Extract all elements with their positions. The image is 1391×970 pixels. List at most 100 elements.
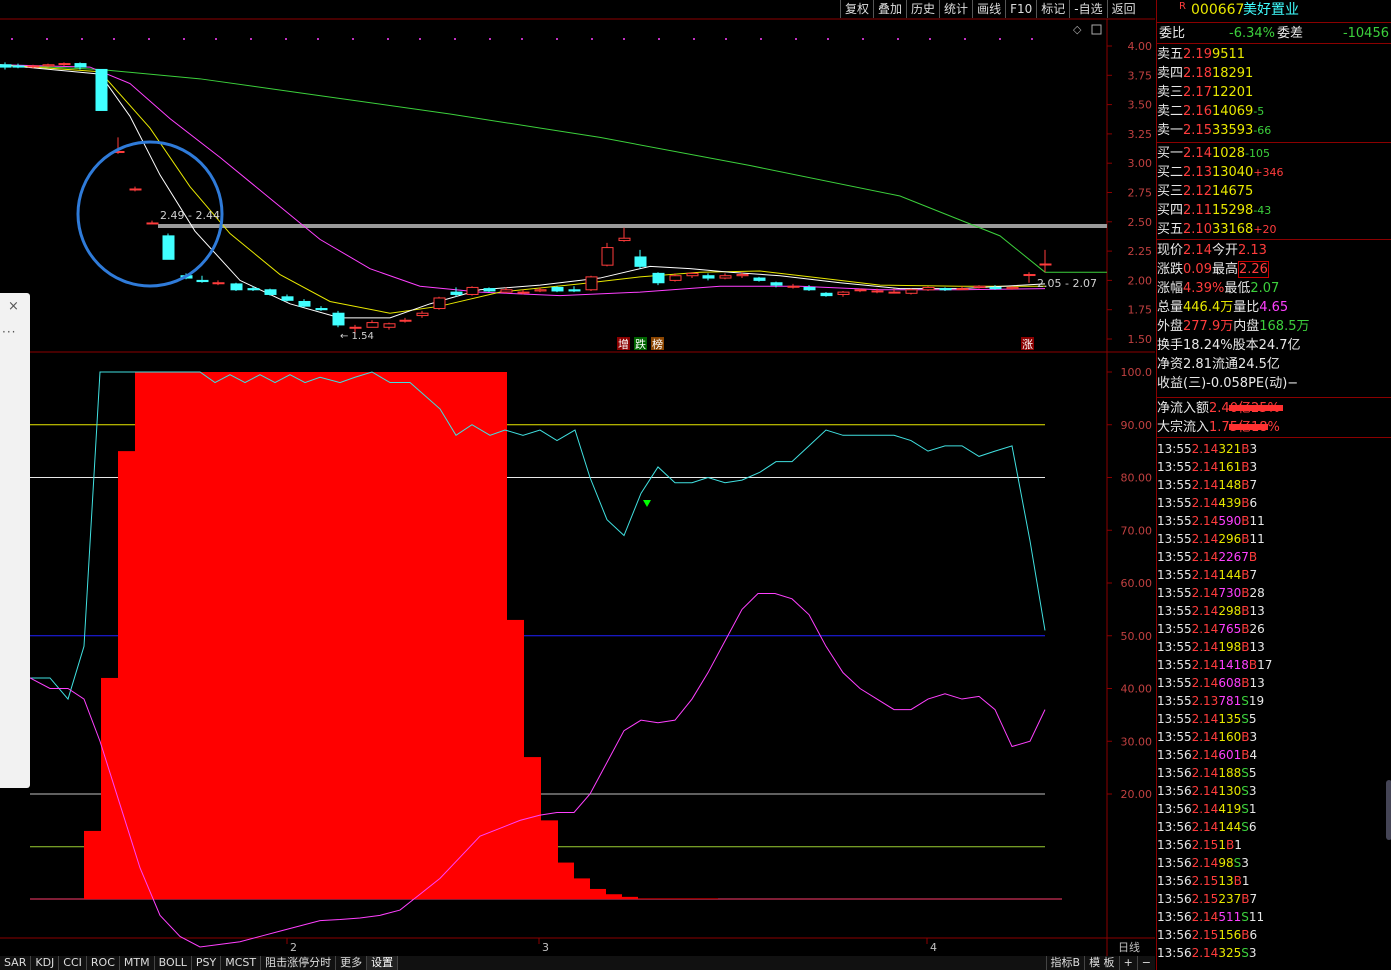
indicator-tool-button[interactable]: 指标B	[1045, 956, 1085, 970]
kline-chart-area[interactable]: 4.00 3.75 3.50 3.25 3.00 2.75 2.50 2.25 2.00 1.75…	[0, 0, 1155, 970]
tick-row[interactable]: 13:552.14590B11	[1157, 512, 1391, 530]
indicator-tool-button[interactable]: +	[1118, 956, 1137, 970]
indicator-tab[interactable]: 设置	[367, 956, 399, 970]
tick-row[interactable]: 13:562.14325S3	[1157, 944, 1391, 962]
tick-row[interactable]: 13:562.15156B6	[1157, 926, 1391, 944]
order-level-row[interactable]: 卖二2.1614069-5	[1157, 102, 1391, 121]
toolbar-button[interactable]: 画线	[972, 0, 1005, 18]
tick-row[interactable]: 13:562.14144S6	[1157, 818, 1391, 836]
tick-row[interactable]: 13:562.14188S5	[1157, 764, 1391, 782]
toolbar-button[interactable]: 历史	[906, 0, 939, 18]
tick-row[interactable]: 13:562.14130S3	[1157, 782, 1391, 800]
tick-time: 13:55	[1157, 442, 1192, 456]
indicator-tab[interactable]: SAR	[0, 956, 32, 970]
range-label: 2.49 - 2.44	[160, 209, 220, 222]
order-level-row[interactable]: 卖五2.199511	[1157, 45, 1391, 64]
candle-body	[0, 64, 12, 68]
tick-row[interactable]: 13:552.14160B3	[1157, 728, 1391, 746]
tag-label[interactable]: 涨	[1022, 338, 1033, 351]
indicator-tab[interactable]: KDJ	[31, 956, 60, 970]
indicator-tab[interactable]: MTM	[120, 956, 155, 970]
tag-label[interactable]: 增	[618, 337, 629, 351]
tick-row[interactable]: 13:562.14511S11	[1157, 908, 1391, 926]
close-icon[interactable]: ×	[8, 299, 19, 314]
order-level-row[interactable]: 卖一2.1533593-66	[1157, 121, 1391, 140]
tick-price: 2.14	[1191, 856, 1219, 870]
indicator-tab[interactable]: PSY	[192, 956, 222, 970]
indicator-tab[interactable]: 阻击涨停分时	[261, 956, 337, 970]
flow-label: 大宗流入	[1157, 420, 1210, 435]
toolbar-button[interactable]: -自选	[1069, 0, 1106, 18]
tick-row[interactable]: 13:552.14730B28	[1157, 584, 1391, 602]
tick-row[interactable]: 13:562.14601B4	[1157, 746, 1391, 764]
toolbar-button[interactable]: 叠加	[873, 0, 906, 18]
indicator-tab[interactable]: ROC	[87, 956, 120, 970]
tick-row[interactable]: 13:552.14608B13	[1157, 674, 1391, 692]
tick-price: 2.13	[1191, 694, 1219, 708]
level-price: 2.13	[1183, 165, 1212, 180]
toolbar-button[interactable]: 复权	[840, 0, 873, 18]
indicator-tool-button[interactable]: −	[1136, 956, 1155, 970]
tick-row[interactable]: 13:562.15237B7	[1157, 890, 1391, 908]
tick-row[interactable]: 13:562.14419S1	[1157, 800, 1391, 818]
order-level-row[interactable]: 买三2.1214675	[1157, 182, 1391, 201]
order-level-row[interactable]: 买五2.1033168+20	[1157, 220, 1391, 239]
toolbar-button[interactable]: 标记	[1036, 0, 1069, 18]
indicator-tab[interactable]: MCST	[221, 956, 262, 970]
window-icon[interactable]	[1091, 24, 1102, 35]
price-axis-label: 4.00	[1128, 40, 1153, 53]
level-change: -66	[1253, 124, 1272, 137]
tick-row[interactable]: 13:552.14161B3	[1157, 458, 1391, 476]
level-label: 买一	[1157, 146, 1184, 161]
toolbar-button[interactable]: 返回	[1106, 0, 1140, 18]
diamond-icon[interactable]: ◇	[1073, 23, 1082, 36]
candle-body	[854, 289, 867, 292]
tick-side: S	[1241, 694, 1249, 708]
indicator-tool-button[interactable]: 模 板	[1084, 956, 1119, 970]
tick-row[interactable]: 13:552.14765B26	[1157, 620, 1391, 638]
order-level-row[interactable]: 卖四2.1818291	[1157, 64, 1391, 83]
order-level-row[interactable]: 买二2.1313040+346	[1157, 163, 1391, 182]
main-chart-svg[interactable]: 4.00 3.75 3.50 3.25 3.00 2.75 2.50 2.25 2.00 1.75…	[0, 0, 1155, 956]
price-axis-label: 1.75	[1128, 304, 1153, 317]
indicator-tab[interactable]: CCI	[59, 956, 87, 970]
tick-row[interactable]: 13:562.1513B1	[1157, 872, 1391, 890]
order-level-row[interactable]: 买一2.141028-105	[1157, 144, 1391, 163]
tick-row[interactable]: 13:552.13781S19	[1157, 692, 1391, 710]
tick-price: 2.14	[1191, 676, 1219, 690]
candle-body	[905, 289, 918, 294]
candle-body	[281, 296, 294, 301]
tick-scrollbar[interactable]	[1386, 780, 1391, 840]
tick-row[interactable]: 13:552.14198B13	[1157, 638, 1391, 656]
tick-row[interactable]: 13:562.1498S3	[1157, 854, 1391, 872]
toolbar-button[interactable]: 统计	[939, 0, 972, 18]
candle-body	[74, 63, 87, 68]
tick-row[interactable]: 13:552.14321B3	[1157, 440, 1391, 458]
order-level-row[interactable]: 卖三2.1712201	[1157, 83, 1391, 102]
tick-count: 3	[1241, 856, 1249, 870]
side-popup-panel[interactable]: × ···	[0, 293, 30, 788]
indicator-tab[interactable]: BOLL	[155, 956, 192, 970]
tick-row[interactable]: 13:552.14439B6	[1157, 494, 1391, 512]
tick-row[interactable]: 13:552.14296B11	[1157, 530, 1391, 548]
tick-row[interactable]: 13:552.142267B	[1157, 548, 1391, 566]
tick-row[interactable]: 13:552.14148B7	[1157, 476, 1391, 494]
tick-row[interactable]: 13:552.141418B17	[1157, 656, 1391, 674]
toolbar-button[interactable]: F10	[1005, 0, 1036, 18]
volume-step-bar	[558, 862, 574, 899]
indicator-tab[interactable]: 更多	[336, 956, 368, 970]
order-level-row[interactable]: 买四2.1115298-43	[1157, 201, 1391, 220]
tag-label[interactable]: 跌	[635, 337, 646, 351]
indicator-tab-bar: SAR KDJ CCI ROC MTM BOLL PSY MCST 阻击涨停分时 更多 设置 指标B 模…	[0, 956, 1155, 970]
tick-time: 13:56	[1157, 856, 1192, 870]
tick-price: 2.14	[1191, 622, 1219, 636]
tick-row[interactable]: 13:552.14144B7	[1157, 566, 1391, 584]
tick-row[interactable]: 13:552.14135S5	[1157, 710, 1391, 728]
tag-label[interactable]: 榜	[652, 337, 663, 351]
period-label[interactable]: 日线	[1118, 940, 1140, 954]
more-icon[interactable]: ···	[2, 325, 16, 339]
tick-side: S	[1241, 784, 1249, 798]
tick-row[interactable]: 13:562.151B1	[1157, 836, 1391, 854]
tick-row[interactable]: 13:552.14298B13	[1157, 602, 1391, 620]
level-label: 卖四	[1157, 66, 1184, 81]
